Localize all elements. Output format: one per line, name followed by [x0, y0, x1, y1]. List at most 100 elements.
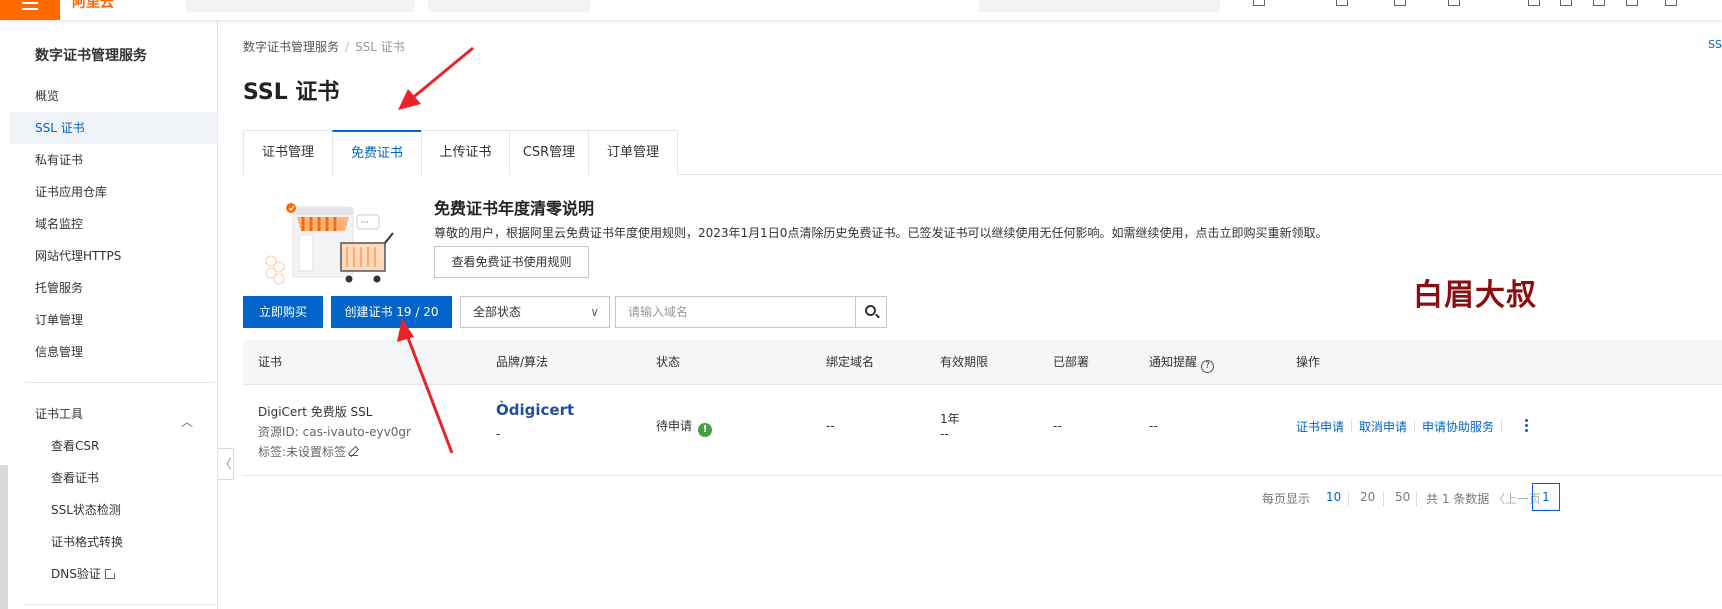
sidebar-item-view-csr[interactable]: 查看CSR: [10, 430, 217, 462]
cert-name[interactable]: DigiCert 免费版 SSL: [258, 403, 372, 420]
sidebar-item-ssl[interactable]: SSL 证书: [10, 112, 217, 144]
divider: [1383, 492, 1384, 506]
cancel-apply-link[interactable]: 取消申请: [1359, 420, 1407, 434]
search-button[interactable]: [855, 296, 887, 328]
sidebar-item-orders[interactable]: 订单管理: [10, 304, 217, 336]
col-header-domain: 绑定域名: [826, 355, 875, 369]
page-title: SSL 证书: [243, 80, 340, 105]
page-number-current[interactable]: 1: [1532, 483, 1560, 511]
apply-cert-link[interactable]: 证书申请: [1296, 420, 1344, 434]
expense-icon[interactable]: [1253, 0, 1265, 6]
col-header-status: 状态: [656, 355, 681, 369]
divider: [1501, 420, 1503, 432]
sidebar-group-tools[interactable]: 证书工具 ︿: [10, 398, 217, 430]
resource-group-pill[interactable]: [275, 0, 415, 12]
svg-text:···: ···: [361, 218, 369, 227]
actions-cell: 证书申请 取消申请 申请协助服务: [1296, 418, 1509, 435]
help-icon[interactable]: [1626, 0, 1638, 6]
tab-bar: 证书管理 免费证书 上传证书 CSR管理 订单管理: [243, 130, 1722, 176]
sidebar-item-view-cert[interactable]: 查看证书: [10, 462, 217, 494]
validity-cell: 1年: [940, 412, 960, 426]
cert-tag[interactable]: 标签:未设置标签: [258, 443, 359, 460]
tab-order-management[interactable]: 订单管理: [588, 130, 678, 175]
col-header-validity: 有效期限: [940, 355, 989, 369]
status-select[interactable]: 全部状态 ∨: [460, 296, 610, 328]
edit-icon[interactable]: [349, 447, 359, 456]
divider: [1351, 420, 1353, 432]
sidebar-item-overview[interactable]: 概览: [10, 80, 217, 112]
sidebar-item-info[interactable]: 信息管理: [10, 336, 217, 368]
question-icon[interactable]: ?: [1201, 360, 1215, 373]
global-search-input[interactable]: [979, 0, 1220, 12]
more-vertical-icon[interactable]: [1525, 419, 1529, 434]
window-edge-strip: [0, 465, 8, 609]
col-header-brand: 品牌/算法: [496, 355, 549, 369]
region-pill[interactable]: [428, 0, 590, 12]
menu-icon[interactable]: [0, 0, 60, 20]
exclamation-icon: !: [698, 423, 713, 437]
digicert-logo: Òdigicert: [496, 401, 574, 419]
table-row: DigiCert 免费版 SSL 资源ID: cas-ivauto-eyv0gr…: [243, 385, 1722, 476]
external-link-icon: [104, 568, 116, 579]
divider: [1414, 420, 1416, 432]
divider: [1348, 492, 1349, 506]
algo: -: [496, 427, 501, 441]
chevron-down-icon: ∨: [590, 305, 599, 319]
view-rules-button[interactable]: 查看免费证书使用规则: [434, 246, 589, 278]
divider: [1416, 492, 1417, 506]
message-icon[interactable]: [1528, 0, 1540, 6]
sidebar-item-ssl-check[interactable]: SSL状态检测: [10, 494, 217, 526]
sidebar-item-cert-repo[interactable]: 证书应用仓库: [10, 176, 217, 208]
sidebar-item-https-proxy[interactable]: 网站代理HTTPS: [10, 240, 217, 272]
top-navbar: 阿里云: [0, 0, 1722, 20]
tab-cert-management[interactable]: 证书管理: [243, 130, 333, 175]
ticket-icon[interactable]: [1336, 0, 1348, 6]
deployed-cell: --: [1053, 419, 1062, 433]
status-select-value: 全部状态: [473, 305, 522, 319]
sidebar-item-private-cert[interactable]: 私有证书: [10, 144, 217, 176]
notify-cell: --: [1149, 419, 1158, 433]
sidebar-item-format-convert[interactable]: 证书格式转换: [10, 526, 217, 558]
col-header-deployed: 已部署: [1053, 355, 1090, 369]
enterprise-icon[interactable]: [1448, 0, 1460, 6]
sidebar-title: 数字证书管理服务: [35, 48, 147, 64]
breadcrumb-separator: /: [345, 40, 350, 54]
per-page-label: 每页显示: [1262, 492, 1311, 506]
buy-now-button[interactable]: 立即购买: [243, 296, 323, 328]
table-header: 证书 品牌/算法 状态 绑定域名 有效期限 已部署 通知提醒? 操作: [243, 340, 1722, 385]
shop-illustration: ···: [265, 203, 394, 285]
top-right-link[interactable]: SS: [1708, 38, 1722, 51]
col-header-cert: 证书: [258, 355, 283, 369]
banner-title: 免费证书年度清零说明: [434, 199, 595, 218]
breadcrumb: 数字证书管理服务 / SSL 证书: [243, 38, 405, 55]
cart-icon[interactable]: [1593, 0, 1605, 6]
create-cert-button[interactable]: 创建证书 19 / 20: [331, 296, 452, 328]
resource-id: 资源ID: cas-ivauto-eyv0gr: [258, 425, 411, 439]
status-text: 待申请: [656, 419, 693, 433]
assist-service-link[interactable]: 申请协助服务: [1422, 420, 1494, 434]
domain-search-input[interactable]: 请输入域名: [615, 296, 855, 328]
sidebar-collapse-button[interactable]: 〈: [218, 448, 234, 480]
page-size-50[interactable]: 50: [1395, 490, 1410, 504]
chevron-left-icon: 〈: [219, 457, 232, 471]
tab-csr-management[interactable]: CSR管理: [509, 130, 589, 175]
breadcrumb-current: SSL 证书: [355, 40, 405, 54]
page-size-10[interactable]: 10: [1326, 490, 1341, 504]
banner-text: 尊敬的用户，根据阿里云免费证书年度使用规则，2023年1月1日0点清除历史免费证…: [434, 226, 1328, 240]
sidebar-item-domain-monitor[interactable]: 域名监控: [10, 208, 217, 240]
digicert-mark-icon: Ò: [496, 401, 509, 419]
col-header-notify: 通知提醒?: [1149, 340, 1215, 385]
breadcrumb-parent[interactable]: 数字证书管理服务: [243, 40, 339, 54]
sidebar-item-dns-verify[interactable]: DNS验证: [10, 558, 217, 590]
sidebar-divider: [25, 604, 215, 605]
sidebar-group-label: 证书工具: [35, 407, 84, 421]
sidebar-item-hosting[interactable]: 托管服务: [10, 272, 217, 304]
bell-icon[interactable]: [1560, 0, 1572, 6]
sidebar-item-label: DNS验证: [51, 567, 101, 581]
page-size-20[interactable]: 20: [1360, 490, 1375, 504]
icp-icon[interactable]: [1394, 0, 1406, 6]
tab-upload-cert[interactable]: 上传证书: [421, 130, 510, 175]
tab-free-cert[interactable]: 免费证书: [332, 130, 422, 176]
brand-logo[interactable]: 阿里云: [72, 0, 114, 12]
user-avatar-icon[interactable]: [1665, 0, 1677, 6]
